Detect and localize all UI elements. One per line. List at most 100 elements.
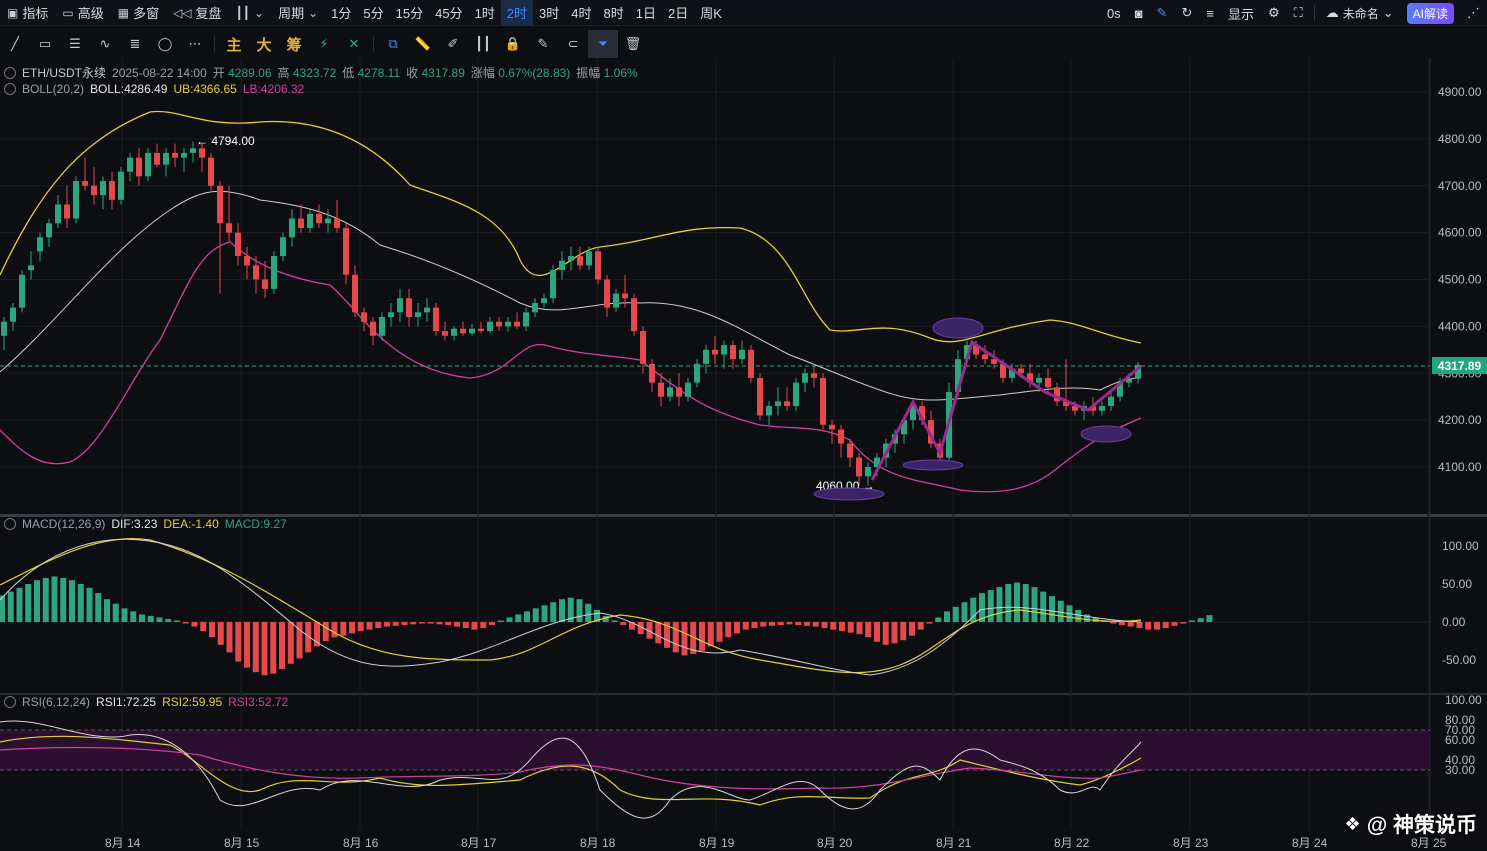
candle-body xyxy=(433,307,439,332)
macd-bar xyxy=(681,622,688,656)
candle-body xyxy=(469,328,475,334)
price-tick: 4700.00 xyxy=(1438,179,1482,193)
macd-bar xyxy=(541,605,548,622)
macd-bar xyxy=(742,622,749,630)
rsi2-value: RSI2:59.95 xyxy=(162,695,223,709)
macd-bar xyxy=(506,617,513,622)
candle-body xyxy=(46,223,52,238)
macd-bar xyxy=(182,622,189,624)
pattern-ellipse xyxy=(1080,425,1132,443)
candle-body xyxy=(163,152,169,165)
candle-body xyxy=(19,274,25,308)
x-tick: 8月 20 xyxy=(817,836,853,850)
candle-body xyxy=(676,387,682,397)
candle-body xyxy=(739,349,745,360)
macd-bar xyxy=(436,622,443,625)
macd-bar xyxy=(1031,587,1038,622)
candle-body xyxy=(154,152,160,165)
macd-bar xyxy=(375,622,382,629)
candle-body xyxy=(847,443,853,458)
candle-body xyxy=(64,204,70,219)
macd-bar xyxy=(874,622,880,642)
macd-bar xyxy=(769,622,775,626)
macd-bar xyxy=(60,577,67,622)
candle-body xyxy=(28,265,34,271)
macd-bar xyxy=(777,622,784,626)
macd-bar xyxy=(532,608,539,622)
high-label: 高 xyxy=(277,66,290,80)
macd-bar xyxy=(760,622,767,627)
candle-body xyxy=(325,218,331,224)
candle-body xyxy=(352,274,358,313)
macd-bar xyxy=(69,580,75,622)
candle-body xyxy=(577,256,583,266)
macd-bar xyxy=(139,614,145,622)
visibility-eye-icon[interactable] xyxy=(4,83,16,95)
macd-bar xyxy=(1040,591,1047,622)
macd-bar xyxy=(244,622,250,668)
macd-bar xyxy=(497,620,504,622)
macd-bar xyxy=(51,576,58,622)
main-legend: ETH/USDT永续 2025-08-22 14:00 开 4289.06 高 … xyxy=(4,64,638,81)
macd-bar xyxy=(655,622,662,644)
price-tick: 4100.00 xyxy=(1438,460,1482,474)
close-value: 4317.89 xyxy=(421,66,465,80)
candle-body xyxy=(712,349,718,355)
macd-bar xyxy=(366,622,373,630)
macd-bar xyxy=(357,622,364,632)
macd-bar xyxy=(7,591,14,622)
candle-body xyxy=(181,152,187,158)
candle-body xyxy=(550,270,556,299)
macd-bar xyxy=(900,622,907,641)
visibility-eye-icon[interactable] xyxy=(4,66,16,79)
candle-body xyxy=(730,345,736,360)
macd-bar xyxy=(261,622,268,676)
price-tick: 4500.00 xyxy=(1438,273,1482,287)
macd-bar xyxy=(401,622,408,626)
rsi3-value: RSI3:52.72 xyxy=(228,695,289,709)
candle-body xyxy=(541,298,547,303)
candle-body xyxy=(1045,377,1051,388)
candle-body xyxy=(487,321,493,332)
macd-bar xyxy=(847,622,854,633)
candle-body xyxy=(235,232,241,257)
current-price-tag: 4317.89 xyxy=(1432,357,1487,374)
macd-bar xyxy=(279,622,285,670)
visibility-eye-icon[interactable] xyxy=(4,696,16,708)
macd-bar xyxy=(856,622,863,635)
candle-body xyxy=(838,429,844,444)
candle-body xyxy=(127,157,133,172)
candle-body xyxy=(190,148,196,153)
candle-body xyxy=(694,363,700,383)
macd-bar xyxy=(25,584,32,622)
macd-tick: 0.00 xyxy=(1442,615,1466,629)
open-value: 4289.06 xyxy=(228,66,272,80)
macd-bar xyxy=(1014,582,1020,622)
candle-body xyxy=(460,328,466,334)
macd-bar xyxy=(86,587,93,622)
change-label: 涨幅 xyxy=(470,66,495,80)
watermark-text: @ 神策说币 xyxy=(1366,814,1477,837)
boll-middle-band xyxy=(0,190,1142,401)
x-tick: 8月 23 xyxy=(1173,836,1209,850)
macd-bar xyxy=(1206,615,1213,622)
macd-bar xyxy=(147,615,154,622)
macd-bar xyxy=(944,611,950,622)
macd-bar xyxy=(909,622,915,636)
macd-bar xyxy=(112,603,119,622)
macd-bar xyxy=(891,622,898,644)
candle-body xyxy=(406,298,412,317)
candle-body xyxy=(658,382,664,397)
candle-body xyxy=(397,298,403,313)
boll-upper-band xyxy=(0,110,1142,344)
macd-bar xyxy=(734,622,740,634)
macd-bar xyxy=(830,622,837,630)
macd-bar xyxy=(812,622,819,627)
candle-body xyxy=(784,401,790,407)
visibility-eye-icon[interactable] xyxy=(4,518,16,530)
candle-body xyxy=(757,377,763,416)
high-value: 4323.72 xyxy=(292,66,337,80)
candle-body xyxy=(361,312,367,322)
chart-canvas[interactable]: 4900.00 4800.00 4700.00 4600.00 4500.00 4400.… xyxy=(0,0,1487,851)
macd-bar xyxy=(1005,584,1012,622)
